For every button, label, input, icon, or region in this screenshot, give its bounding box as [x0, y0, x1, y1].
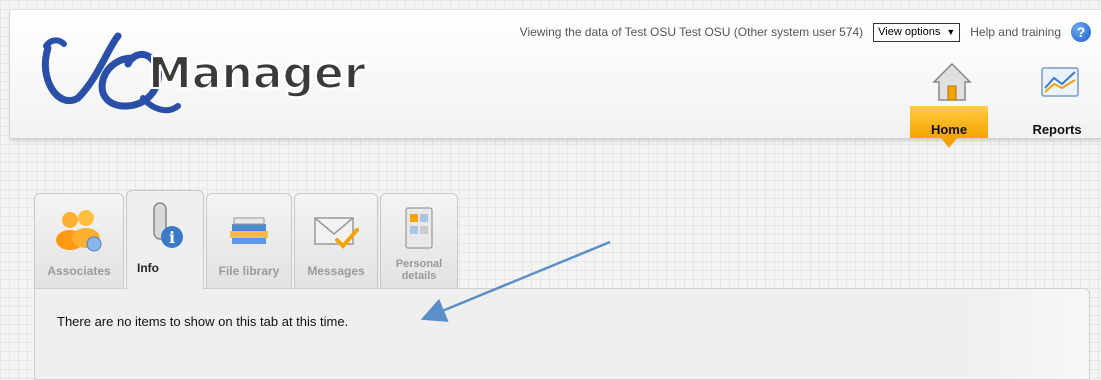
home-icon [932, 62, 972, 101]
nav-home-label: Home [930, 122, 968, 137]
tab-file-library-label: File library [218, 264, 280, 278]
nav-reports[interactable]: Reports [1018, 62, 1096, 138]
tab-messages[interactable]: Messages [294, 193, 378, 289]
view-options-select[interactable]: View options ▼ [873, 22, 961, 42]
reports-chart-icon [1041, 67, 1079, 97]
nav-home[interactable]: Home [910, 62, 988, 148]
tab-file-library[interactable]: File library [206, 193, 292, 289]
header: Manager Viewing the data of Test OSU Tes… [10, 10, 1101, 148]
tab-messages-label: Messages [307, 264, 365, 278]
nav-home-pointer [941, 138, 957, 148]
file-library-icon [230, 217, 268, 244]
svg-text:Manager: Manager [148, 48, 366, 99]
vqmanager-logo[interactable]: Manager [28, 18, 368, 118]
topbar: Viewing the data of Test OSU Test OSU (O… [520, 22, 1091, 42]
chevron-down-icon: ▼ [946, 27, 956, 37]
messages-icon [314, 217, 359, 249]
help-icon[interactable]: ? [1071, 22, 1091, 42]
info-icon: i [153, 202, 183, 248]
nav-reports-label: Reports [1032, 122, 1082, 137]
help-link[interactable]: Help and training [970, 25, 1061, 39]
view-options-label: View options [878, 26, 941, 38]
svg-text:i: i [169, 228, 175, 247]
tab-info[interactable]: i Info [126, 190, 204, 289]
viewing-data-text: Viewing the data of Test OSU Test OSU (O… [519, 25, 864, 39]
empty-state-message: There are no items to show on this tab a… [57, 314, 349, 329]
tab-info-label: Info [137, 261, 159, 275]
associates-icon [56, 210, 102, 252]
annotation-arrow [420, 240, 611, 322]
tab-associates-label: Associates [47, 264, 111, 278]
tab-associates[interactable]: Associates [34, 193, 124, 289]
